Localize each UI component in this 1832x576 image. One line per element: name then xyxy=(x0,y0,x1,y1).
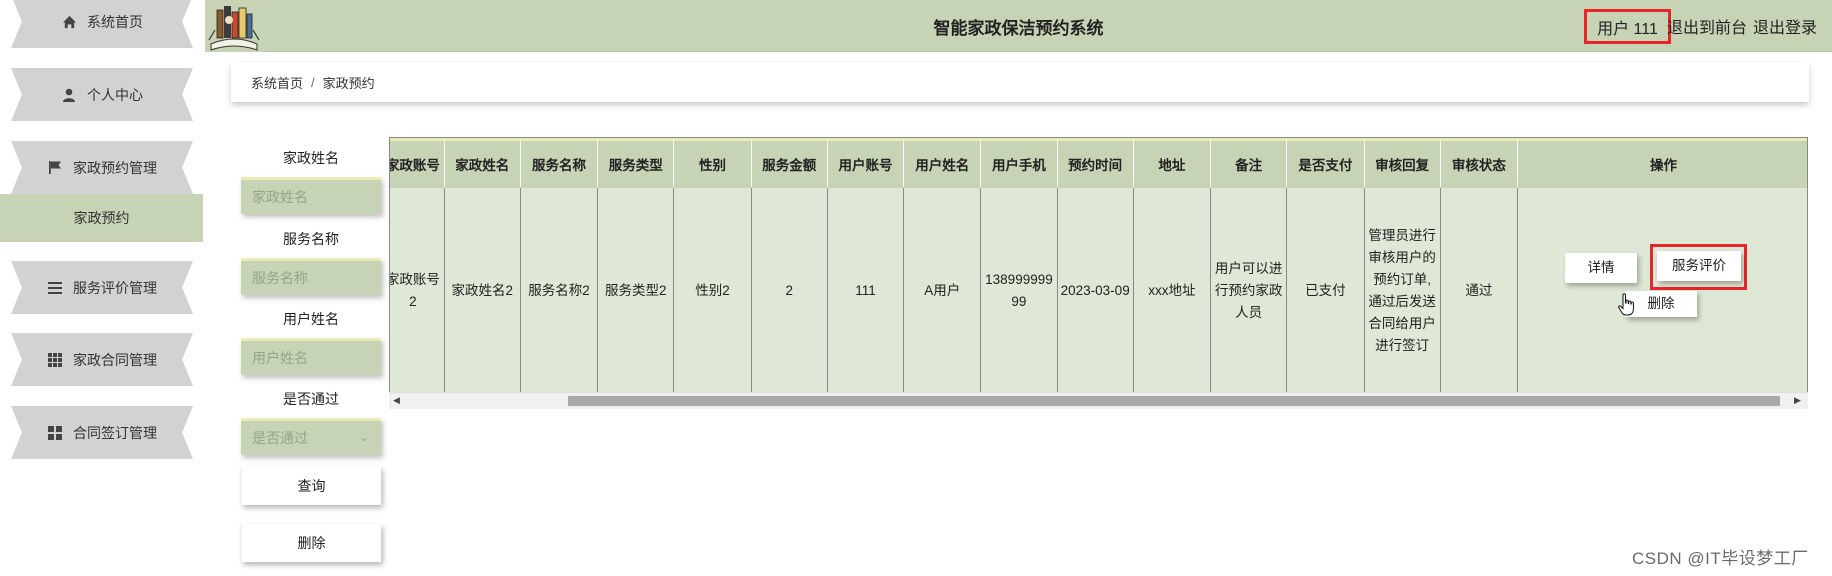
cell-address: xxx地址 xyxy=(1133,187,1212,395)
home-icon xyxy=(61,14,77,30)
cell-staff-account: 家政账号2 xyxy=(390,187,445,395)
app-root: 系统首页 个人中心 家政预约管理 家政预约 服务评价管理 家政合同管理 合同签订… xyxy=(0,0,1832,576)
sidebar-item-label: 系统首页 xyxy=(87,13,143,30)
column-header: 服务类型 xyxy=(597,138,675,188)
cell-gender: 性别2 xyxy=(673,187,752,395)
sidebar-item-home[interactable]: 系统首页 xyxy=(11,0,193,48)
cell-staff-name: 家政姓名2 xyxy=(444,187,521,395)
sidebar-item-label: 合同签订管理 xyxy=(73,424,157,441)
cell-service-name: 服务名称2 xyxy=(520,187,599,395)
cell-user-name: A用户 xyxy=(903,187,982,395)
field-label-user-name: 用户姓名 xyxy=(283,311,339,327)
query-button[interactable]: 查询 xyxy=(241,467,381,505)
sidebar-item-contract-signing[interactable]: 合同签订管理 xyxy=(11,406,193,459)
service-name-placeholder: 服务名称 xyxy=(252,270,308,286)
sidebar-item-label: 个人中心 xyxy=(87,86,143,103)
top-header: 智能家政保洁预约系统 用户 111 退出到前台 退出登录 xyxy=(205,0,1832,52)
column-header: 是否支付 xyxy=(1286,138,1365,188)
cell-user-account: 111 xyxy=(827,187,905,395)
sidebar-item-label: 家政合同管理 xyxy=(73,351,157,368)
cell-phone: 13899999999 xyxy=(980,187,1058,395)
cell-review-reply: 管理员进行审核用户的预约订单, 通过后发送合同给用户进行签订 xyxy=(1364,187,1441,395)
evaluate-button[interactable]: 服务评价 xyxy=(1656,251,1741,281)
detail-button[interactable]: 详情 xyxy=(1564,253,1637,283)
staff-name-input[interactable]: 家政姓名 xyxy=(241,177,381,214)
user-name-input[interactable]: 用户姓名 xyxy=(241,338,381,375)
sidebar-item-evaluation-management[interactable]: 服务评价管理 xyxy=(11,261,193,314)
field-label-staff-name: 家政姓名 xyxy=(283,150,339,166)
column-header: 家政姓名 xyxy=(444,138,521,188)
hand-cursor-icon xyxy=(1618,293,1634,316)
breadcrumb-current: 家政预约 xyxy=(322,75,375,91)
column-header: 用户姓名 xyxy=(903,138,982,188)
watermark: CSDN @IT毕设梦工厂 xyxy=(1632,549,1809,568)
sidebar-item-contract-management[interactable]: 家政合同管理 xyxy=(11,333,193,386)
chevron-down-icon: ⌄ xyxy=(359,432,369,444)
field-label-service-name: 服务名称 xyxy=(283,231,339,247)
column-header: 家政账号 xyxy=(390,138,445,188)
column-header: 用户账号 xyxy=(827,138,905,188)
scrollbar-thumb[interactable] xyxy=(568,396,1780,406)
logout-link[interactable]: 退出登录 xyxy=(1753,14,1817,38)
sidebar-subitem-booking[interactable]: 家政预约 xyxy=(0,194,203,242)
cell-paid: 已支付 xyxy=(1286,187,1365,395)
approved-select[interactable]: 是否通过 ⌄ xyxy=(241,418,381,455)
column-header: 预约时间 xyxy=(1057,138,1134,188)
column-header: 审核状态 xyxy=(1440,138,1518,188)
horizontal-scrollbar[interactable]: ◀ ▶ xyxy=(389,392,1808,409)
booking-table: 家政账号 家政姓名 服务名称 服务类型 性别 服务金额 用户账号 用户姓名 用户… xyxy=(389,137,1808,409)
cell-actions: 详情 服务评价 删除 xyxy=(1517,187,1807,395)
breadcrumb: 系统首页 / 家政预约 xyxy=(231,62,1809,102)
sidebar: 系统首页 个人中心 家政预约管理 家政预约 服务评价管理 家政合同管理 合同签订… xyxy=(0,0,203,576)
table-header-row: 家政账号 家政姓名 服务名称 服务类型 性别 服务金额 用户账号 用户姓名 用户… xyxy=(390,138,1807,188)
exit-to-frontend-link[interactable]: 退出到前台 xyxy=(1667,14,1747,38)
sidebar-item-booking-management[interactable]: 家政预约管理 xyxy=(11,141,193,194)
scroll-left-icon[interactable]: ◀ xyxy=(393,395,400,406)
batch-delete-button[interactable]: 删除 xyxy=(241,524,381,562)
sidebar-item-label: 服务评价管理 xyxy=(73,279,157,296)
user-icon xyxy=(61,87,77,103)
sidebar-item-label: 家政预约管理 xyxy=(73,159,157,176)
column-header: 服务名称 xyxy=(520,138,599,188)
cell-remark: 用户可以进行预约家政人员 xyxy=(1210,187,1288,395)
current-user[interactable]: 用户 111 xyxy=(1584,9,1671,44)
column-header: 性别 xyxy=(673,138,752,188)
service-name-input[interactable]: 服务名称 xyxy=(241,258,381,295)
breadcrumb-home[interactable]: 系统首页 xyxy=(251,73,303,92)
user-name-placeholder: 用户姓名 xyxy=(252,350,308,366)
sidebar-item-profile[interactable]: 个人中心 xyxy=(11,68,193,121)
column-header: 审核回复 xyxy=(1364,138,1441,188)
field-label-approved: 是否通过 xyxy=(283,391,339,407)
current-user-label: 用户 111 xyxy=(1597,20,1658,38)
column-header: 备注 xyxy=(1210,138,1288,188)
cell-service-type: 服务类型2 xyxy=(597,187,675,395)
apps-icon xyxy=(47,425,63,441)
column-header: 地址 xyxy=(1133,138,1212,188)
list-icon xyxy=(47,280,63,296)
table-row: 家政账号2 家政姓名2 服务名称2 服务类型2 性别2 2 111 A用户 13… xyxy=(390,187,1807,395)
flag-icon xyxy=(47,160,63,176)
scroll-right-icon[interactable]: ▶ xyxy=(1794,395,1801,406)
breadcrumb-separator: / xyxy=(311,74,315,90)
sidebar-subitem-label: 家政预约 xyxy=(73,210,130,226)
staff-name-placeholder: 家政姓名 xyxy=(252,189,308,205)
approved-select-placeholder: 是否通过 xyxy=(252,430,308,446)
column-header: 服务金额 xyxy=(751,138,828,188)
column-header: 操作 xyxy=(1517,138,1807,188)
grid-icon xyxy=(47,352,63,368)
cell-review-status: 通过 xyxy=(1440,187,1518,395)
cell-booking-time: 2023-03-09 xyxy=(1057,187,1134,395)
cell-amount: 2 xyxy=(751,187,828,395)
column-header: 用户手机 xyxy=(980,138,1058,188)
